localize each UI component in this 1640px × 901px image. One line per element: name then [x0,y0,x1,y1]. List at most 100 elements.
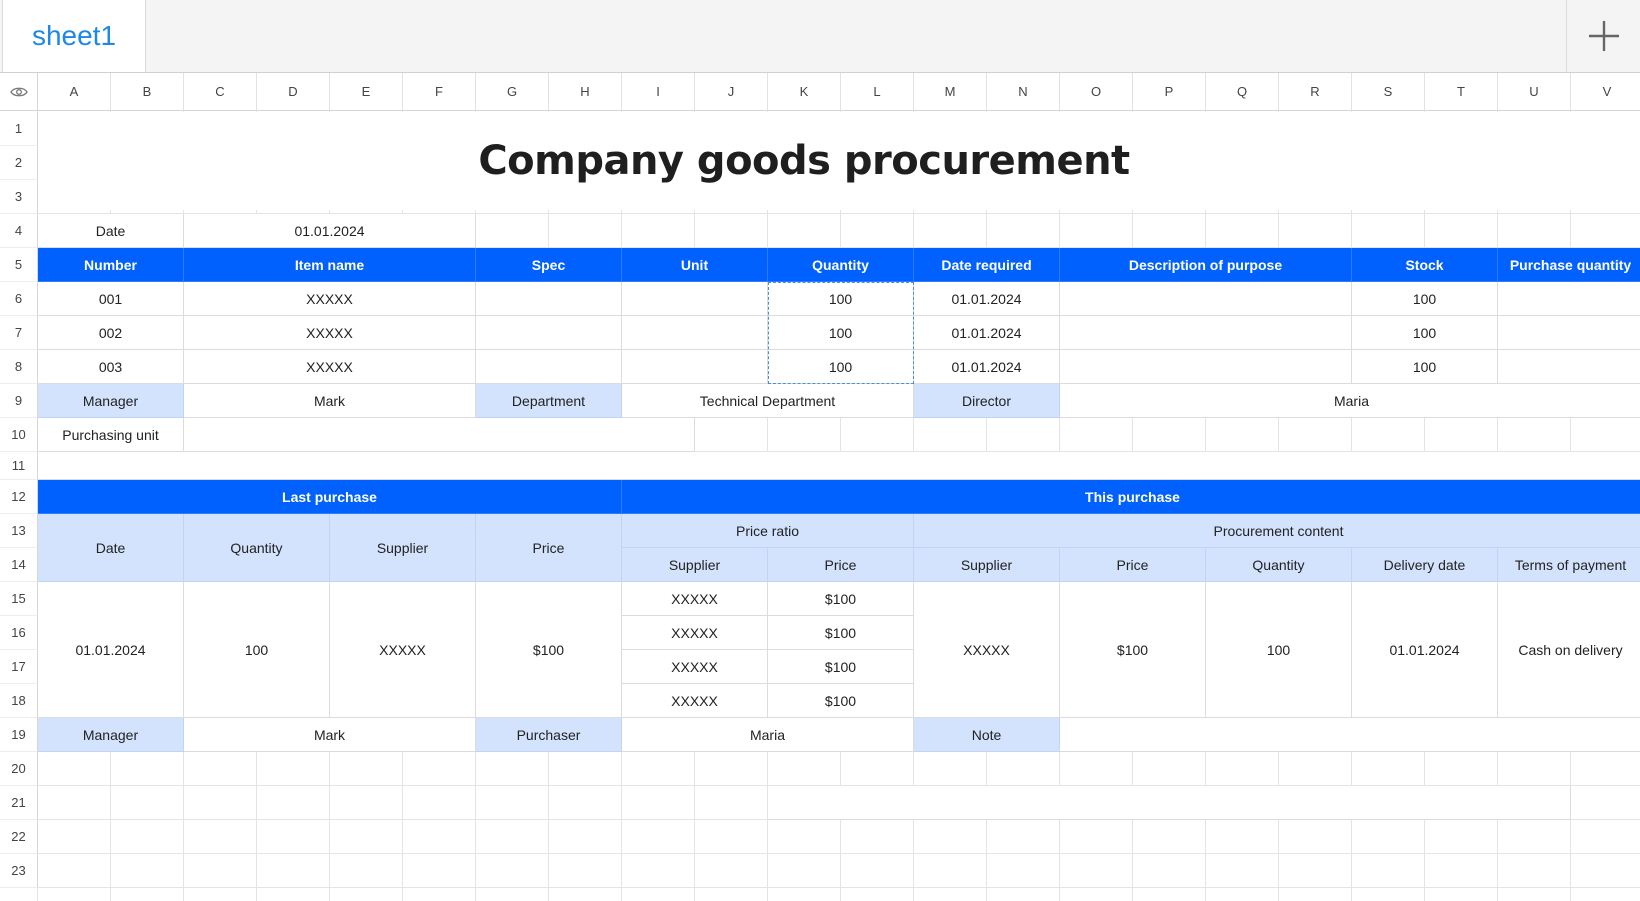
row-header-14[interactable]: 14 [0,548,38,582]
last-purchase-header[interactable]: Last purchase [38,480,622,514]
item-unit-cell[interactable] [622,282,768,316]
item-quantity-cell[interactable]: 100 [768,316,914,350]
item-number-cell[interactable]: 002 [38,316,184,350]
item-stock-cell[interactable]: 100 [1352,316,1498,350]
header-stock[interactable]: Stock [1352,248,1498,282]
column-header-j[interactable]: J [695,73,768,111]
item-stock-cell[interactable]: 100 [1352,282,1498,316]
proc-delivery-value[interactable]: 01.01.2024 [1352,582,1498,718]
column-header-m[interactable]: M [914,73,987,111]
spreadsheet-grid[interactable]: ABCDEFGHIJKLMNOPQRSTUV 1 2 3 4 5 6 7 8 9 10 11 12 13… [0,73,1640,901]
proc-supplier-value[interactable]: XXXXX [914,582,1060,718]
ratio-price-cell[interactable]: $100 [768,650,914,684]
procurement-content-label[interactable]: Procurement content [914,514,1640,548]
header-quantity[interactable]: Quantity [768,248,914,282]
department-label-cell[interactable]: Department [476,384,622,418]
header-item-name[interactable]: Item name [184,248,476,282]
item-spec-cell[interactable] [476,282,622,316]
item-date-required-cell[interactable]: 01.01.2024 [914,316,1060,350]
row-header-22[interactable]: 22 [0,820,38,854]
header-purchase-quantity[interactable]: Purchase quantity [1498,248,1640,282]
item-description-cell[interactable] [1060,282,1352,316]
column-header-a[interactable]: A [38,73,111,111]
column-header-l[interactable]: L [841,73,914,111]
item-name-cell[interactable]: XXXXX [184,316,476,350]
column-header-u[interactable]: U [1498,73,1571,111]
header-date-required[interactable]: Date required [914,248,1060,282]
footer-purchaser-label[interactable]: Purchaser [476,718,622,752]
ratio-price-cell[interactable]: $100 [768,684,914,718]
row-header-12[interactable]: 12 [0,480,38,514]
last-quantity-value[interactable]: 100 [184,582,330,718]
row-header-13[interactable]: 13 [0,514,38,548]
proc-price-value[interactable]: $100 [1060,582,1206,718]
item-stock-cell[interactable]: 100 [1352,350,1498,384]
item-purchase-quantity-cell[interactable] [1498,282,1640,316]
proc-quantity-value[interactable]: 100 [1206,582,1352,718]
proc-terms-value[interactable]: Cash on delivery [1498,582,1640,718]
row-header-7[interactable]: 7 [0,316,38,350]
director-label-cell[interactable]: Director [914,384,1060,418]
last-supplier-value[interactable]: XXXXX [330,582,476,718]
ratio-supplier-cell[interactable]: XXXXX [622,684,768,718]
column-header-r[interactable]: R [1279,73,1352,111]
proc-quantity-label[interactable]: Quantity [1206,548,1352,582]
item-date-required-cell[interactable]: 01.01.2024 [914,350,1060,384]
column-header-d[interactable]: D [257,73,330,111]
row-header-23[interactable]: 23 [0,854,38,888]
row-header-1[interactable]: 1 [0,112,38,146]
column-header-i[interactable]: I [622,73,695,111]
ratio-supplier-cell[interactable]: XXXXX [622,616,768,650]
header-description[interactable]: Description of purpose [1060,248,1352,282]
column-header-q[interactable]: Q [1206,73,1279,111]
row-header-8[interactable]: 8 [0,350,38,384]
column-header-c[interactable]: C [184,73,257,111]
last-price-value[interactable]: $100 [476,582,622,718]
footer-purchaser-value[interactable]: Maria [622,718,914,752]
row-header-11[interactable]: 11 [0,452,38,480]
row-header-4[interactable]: 4 [0,214,38,248]
price-ratio-label[interactable]: Price ratio [622,514,914,548]
header-unit[interactable]: Unit [622,248,768,282]
header-spec[interactable]: Spec [476,248,622,282]
date-label-cell[interactable]: Date [38,214,184,248]
column-header-v[interactable]: V [1571,73,1640,111]
ratio-price-cell[interactable]: $100 [768,616,914,650]
tab-sheet1[interactable]: sheet1 [2,0,146,72]
purchasing-unit-value-cell[interactable] [184,418,695,452]
column-header-s[interactable]: S [1352,73,1425,111]
item-spec-cell[interactable] [476,316,622,350]
item-quantity-cell[interactable]: 100 [768,282,914,316]
row-header-10[interactable]: 10 [0,418,38,452]
column-header-h[interactable]: H [549,73,622,111]
this-purchase-header[interactable]: This purchase [622,480,1640,514]
director-value-cell[interactable]: Maria [1060,384,1640,418]
item-date-required-cell[interactable]: 01.01.2024 [914,282,1060,316]
column-header-p[interactable]: P [1133,73,1206,111]
proc-price-label[interactable]: Price [1060,548,1206,582]
column-header-f[interactable]: F [403,73,476,111]
row-header-16[interactable]: 16 [0,616,38,650]
last-quantity-label[interactable]: Quantity [184,514,330,582]
column-header-o[interactable]: O [1060,73,1133,111]
column-header-e[interactable]: E [330,73,403,111]
row-header-9[interactable]: 9 [0,384,38,418]
manager-label-cell[interactable]: Manager [38,384,184,418]
add-sheet-button[interactable] [1566,0,1640,72]
ratio-supplier-cell[interactable]: XXXXX [622,650,768,684]
row-header-2[interactable]: 2 [0,146,38,180]
last-date-label[interactable]: Date [38,514,184,582]
footer-manager-value[interactable]: Mark [184,718,476,752]
ratio-supplier-label[interactable]: Supplier [622,548,768,582]
item-name-cell[interactable]: XXXXX [184,350,476,384]
footer-note-value[interactable] [1060,718,1640,752]
last-price-label[interactable]: Price [476,514,622,582]
column-header-n[interactable]: N [987,73,1060,111]
item-quantity-cell[interactable]: 100 [768,350,914,384]
footer-manager-label[interactable]: Manager [38,718,184,752]
department-value-cell[interactable]: Technical Department [622,384,914,418]
ratio-price-cell[interactable]: $100 [768,582,914,616]
row-header-15[interactable]: 15 [0,582,38,616]
manager-value-cell[interactable]: Mark [184,384,476,418]
item-spec-cell[interactable] [476,350,622,384]
